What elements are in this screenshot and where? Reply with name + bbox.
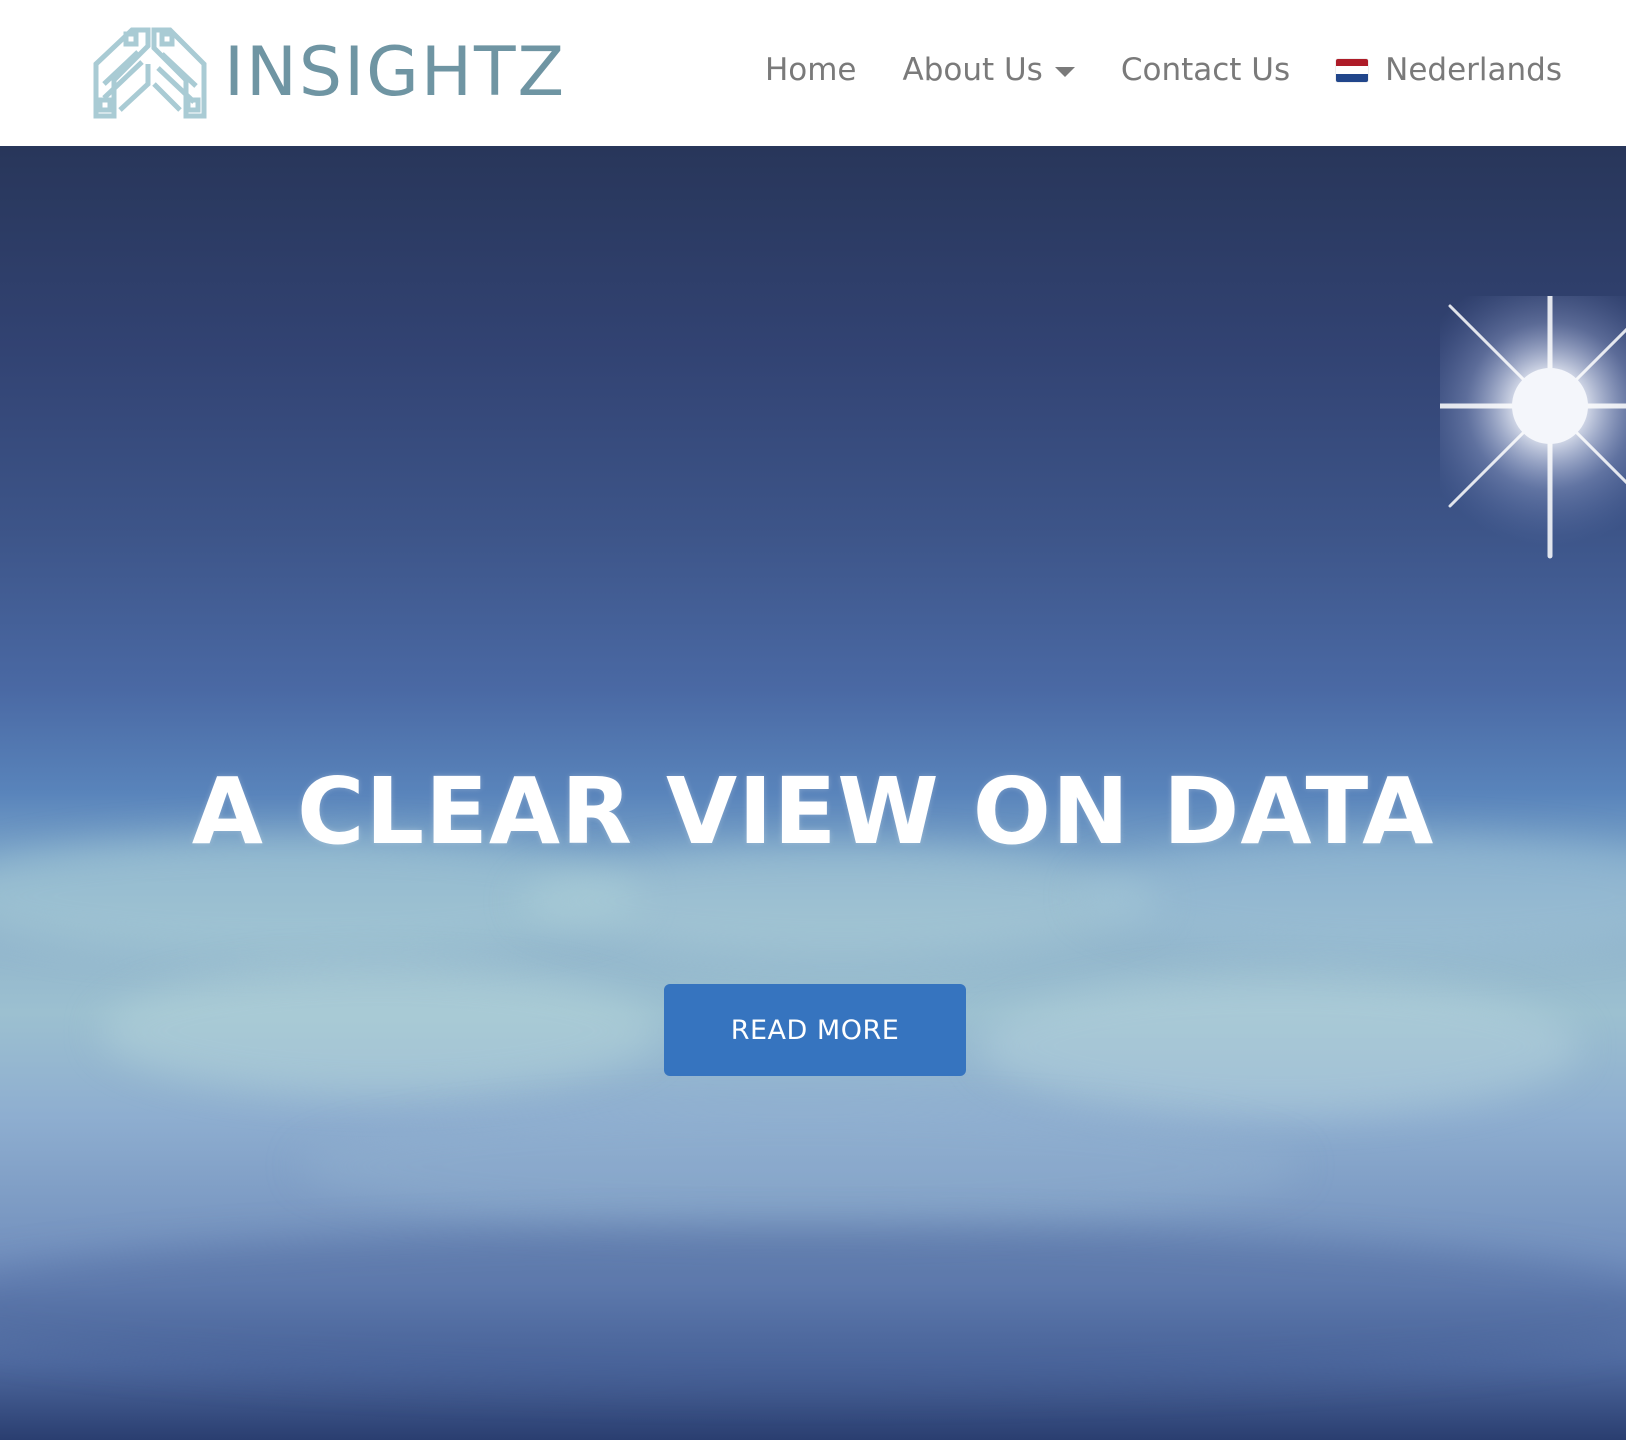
nav-about-us[interactable]: About Us — [902, 52, 1075, 88]
main-nav: Home About Us Contact Us Nederlands — [765, 44, 1562, 96]
nav-home[interactable]: Home — [765, 52, 857, 88]
cloud-layer — [100, 966, 660, 1096]
dutch-flag-icon — [1336, 58, 1369, 82]
brand-name: INSIGHTZ — [224, 33, 567, 112]
caret-down-icon[interactable] — [1054, 67, 1075, 77]
nav-about-us-label: About Us — [902, 52, 1043, 88]
logo-link[interactable]: INSIGHTZ — [90, 24, 566, 122]
sun-flare — [1440, 296, 1626, 559]
hero-banner: A CLEAR VIEW ON DATA READ MORE — [0, 146, 1626, 1440]
read-more-button[interactable]: READ MORE — [664, 984, 966, 1076]
cloud-layer — [300, 1106, 1300, 1226]
cloud-layer — [980, 976, 1580, 1116]
nav-contact-us-label: Contact Us — [1120, 52, 1291, 88]
cloud-layer — [0, 1226, 1626, 1386]
nav-contact-us[interactable]: Contact Us — [1121, 52, 1290, 88]
nav-language-switch[interactable]: Nederlands — [1336, 52, 1562, 88]
nav-home-label: Home — [764, 52, 857, 88]
insightz-logo-icon — [93, 27, 207, 119]
flag-stripe-blue — [1336, 73, 1369, 82]
hero-title: A CLEAR VIEW ON DATA — [191, 758, 1435, 865]
site-header: INSIGHTZ Home About Us Contact Us Nederl… — [0, 0, 1626, 146]
flag-stripe-red — [1336, 58, 1369, 67]
nav-language-label: Nederlands — [1385, 52, 1562, 88]
flag-stripe-white — [1336, 66, 1369, 74]
